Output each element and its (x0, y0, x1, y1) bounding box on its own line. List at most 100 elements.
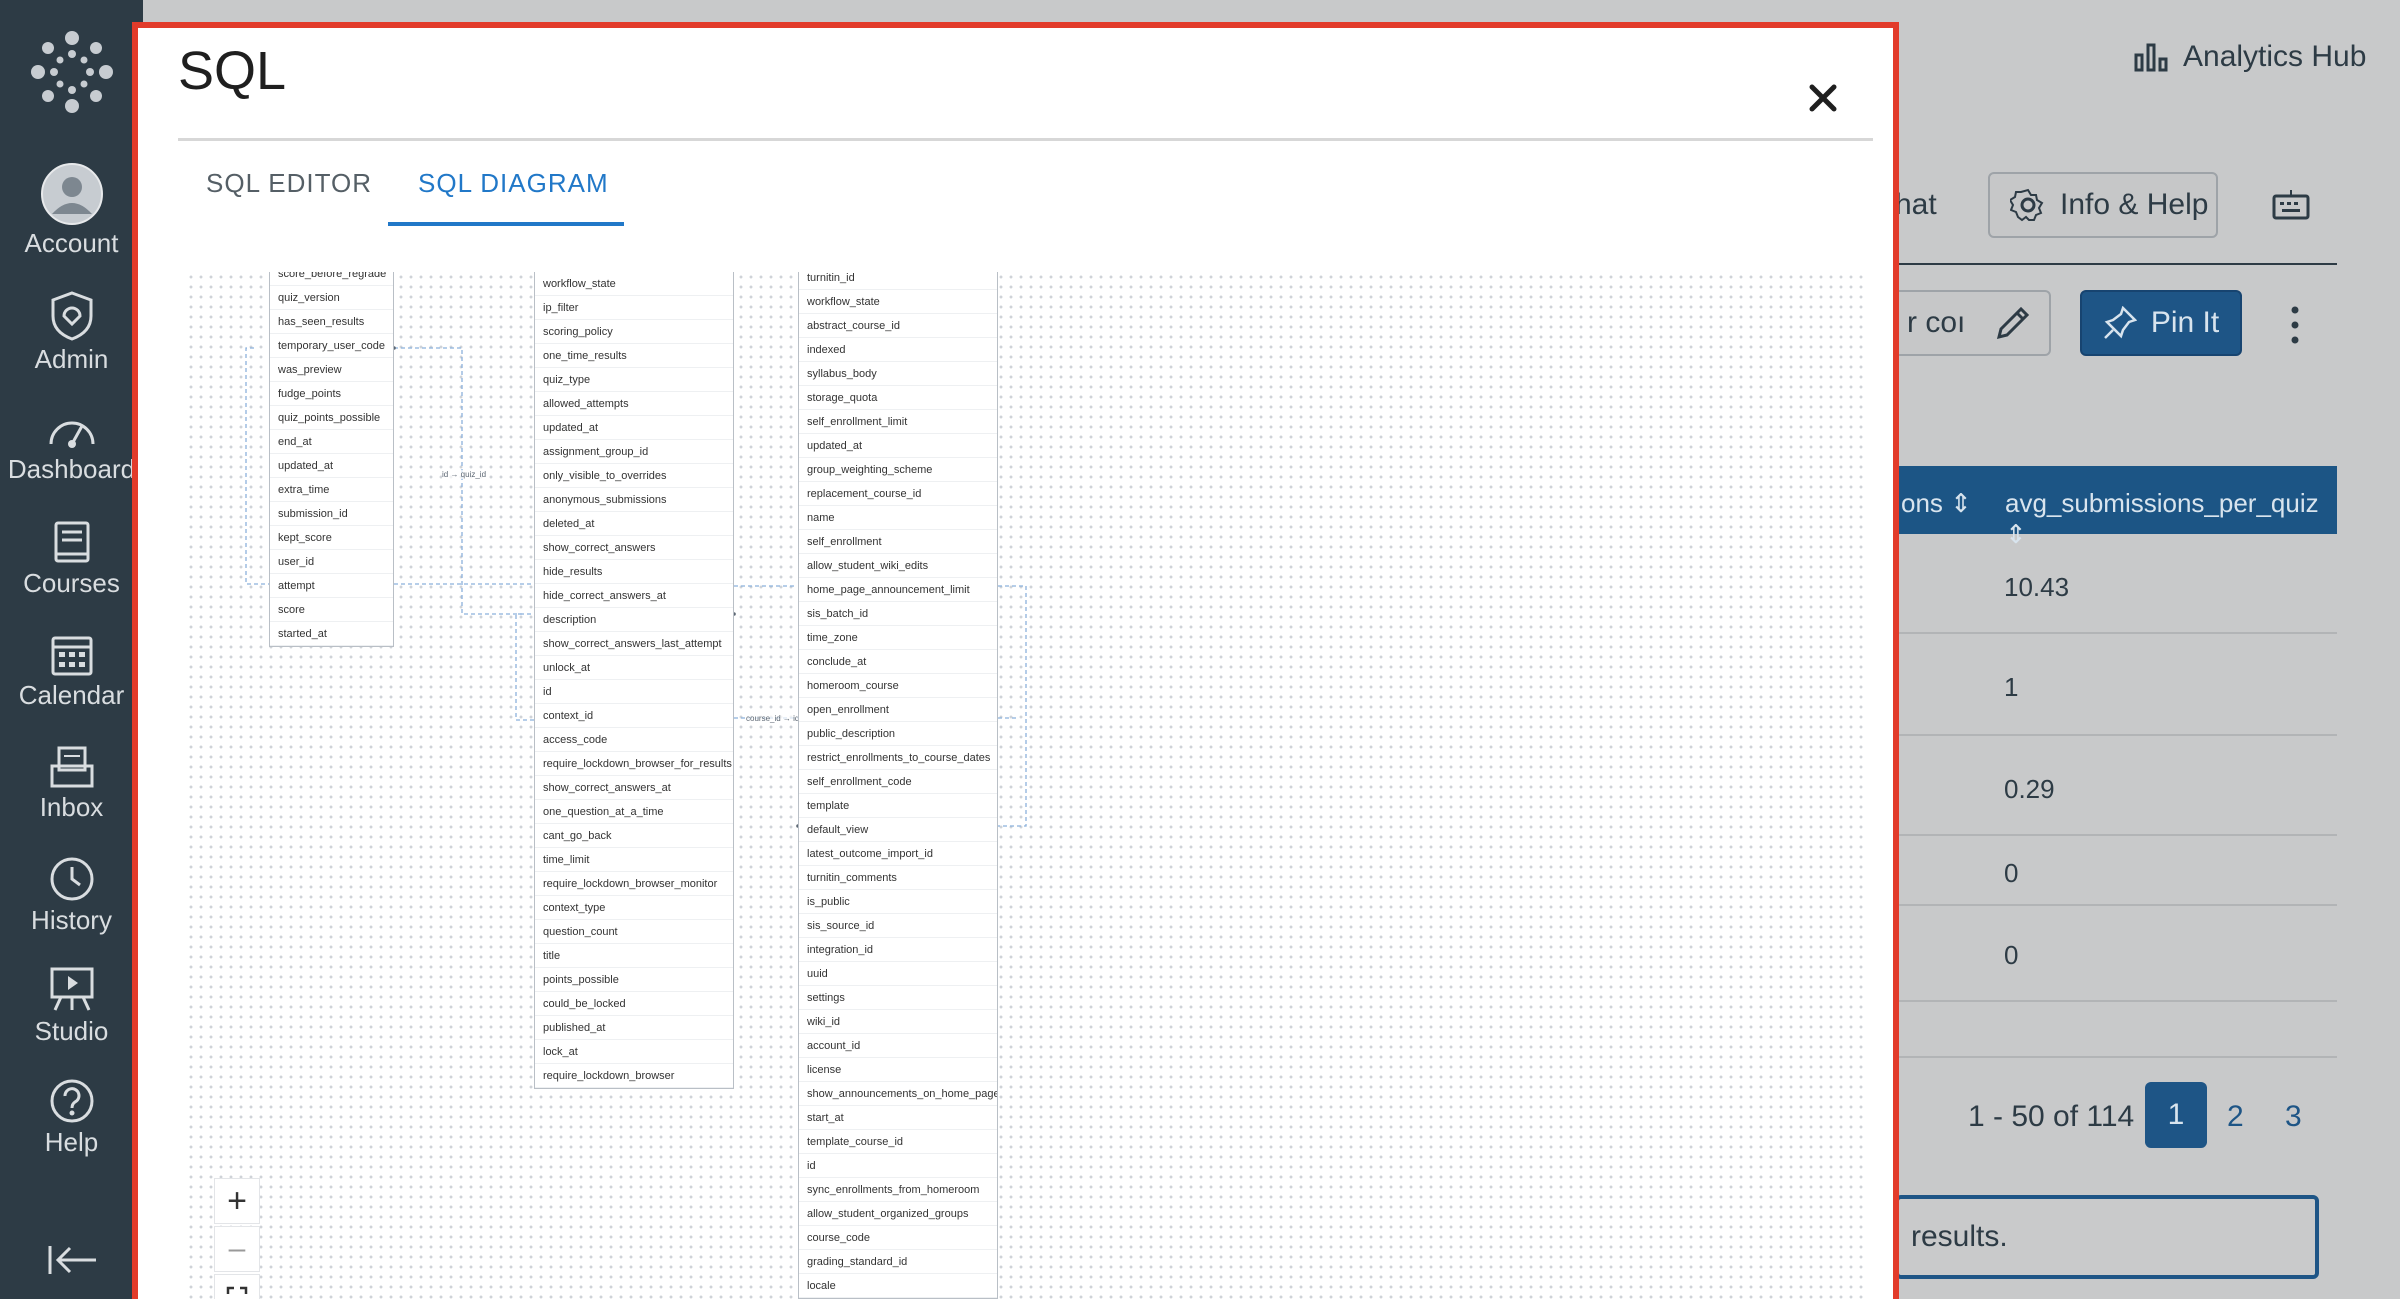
table-field-row: workflow_state (799, 290, 997, 314)
table-field-row: updated_at (535, 416, 733, 440)
global-nav: Account Admin Dashboard Courses Calendar… (0, 0, 143, 1299)
more-options-icon[interactable] (2280, 300, 2310, 350)
header-divider (178, 138, 1873, 141)
table-field-row: updated_at (799, 434, 997, 458)
row-divider (1895, 734, 2337, 736)
results-table-header: ons ⇕ avg_submissions_per_quiz ⇕ (1895, 466, 2337, 549)
table-field-row: integration_id (799, 938, 997, 962)
table-field-row: temporary_user_code (270, 334, 393, 358)
table-field-row: license (799, 1058, 997, 1082)
table-field-row: attempt (270, 574, 393, 598)
tab-sql-editor[interactable]: SQL EDITOR (206, 168, 372, 199)
table-field-row: indexed (799, 338, 997, 362)
table-field-row: grading_standard_id (799, 1250, 997, 1274)
pin-icon (2103, 306, 2137, 339)
table-cell: 1 (2004, 672, 2019, 702)
table-field-row: conclude_at (799, 650, 997, 674)
column-header-avg-submissions[interactable]: avg_submissions_per_quiz ⇕ (2005, 488, 2337, 550)
table-field-row: locale (799, 1274, 997, 1298)
table-field-row: require_lockdown_browser (535, 1064, 733, 1088)
sql-diagram-canvas[interactable]: id → quiz_id course_id → id score_before… (186, 272, 1866, 1299)
account-icon (40, 163, 103, 225)
table-node-quiz-submissions[interactable]: score_before_regrade quiz_version has_seen… (269, 272, 394, 647)
column-header-label: ons (1901, 488, 1943, 518)
keyboard-icon[interactable] (2272, 190, 2310, 220)
table-field-row: user_id (270, 550, 393, 574)
table-field-row: open_enrollment (799, 698, 997, 722)
table-field-row: submission_id (270, 502, 393, 526)
table-field-row: self_enrollment (799, 530, 997, 554)
nav-item-dashboard[interactable]: Dashboard (0, 408, 143, 485)
admin-icon (51, 291, 92, 341)
chat-button-fragment[interactable]: hat (1895, 188, 1937, 222)
page-2-button[interactable]: 2 (2227, 1100, 2244, 1134)
table-field-row: question_count (535, 920, 733, 944)
nav-label: Account (24, 228, 119, 258)
inbox-icon (50, 746, 93, 788)
row-divider (1895, 1056, 2337, 1058)
query-input-fragment[interactable]: r coı (1895, 290, 2051, 356)
table-field-row: points_possible (535, 968, 733, 992)
tab-sql-diagram[interactable]: SQL DIAGRAM (418, 168, 609, 199)
column-header-fragment[interactable]: ons ⇕ (1901, 488, 1972, 519)
bar-chart-icon (2134, 43, 2168, 72)
pin-it-button[interactable]: Pin It (2080, 290, 2242, 356)
table-field-row: assignment_group_id (535, 440, 733, 464)
nav-item-admin[interactable]: Admin (0, 290, 143, 375)
nav-label: Studio (34, 1016, 109, 1046)
table-field-row: turnitin_comments (799, 866, 997, 890)
calendar-icon (51, 636, 92, 676)
table-cell: 0.29 (2004, 774, 2055, 804)
zoom-out-button[interactable]: – (214, 1226, 260, 1272)
table-field-row: home_page_announcement_limit (799, 578, 997, 602)
nav-item-history[interactable]: History (0, 855, 143, 936)
table-field-row: end_at (270, 430, 393, 454)
table-field-row: scoring_policy (535, 320, 733, 344)
table-field-row: homeroom_course (799, 674, 997, 698)
pencil-icon (1997, 306, 2030, 340)
edge-label-quiz: id → quiz_id (442, 470, 487, 479)
nav-item-account[interactable]: Account (0, 162, 143, 259)
nav-label: History (31, 905, 112, 935)
table-field-row: anonymous_submissions (535, 488, 733, 512)
table-field-row: ip_filter (535, 296, 733, 320)
nav-item-help[interactable]: Help (0, 1077, 143, 1158)
close-icon[interactable] (1798, 73, 1848, 123)
table-field-row: score_before_regrade (270, 272, 393, 286)
table-field-row: allow_student_wiki_edits (799, 554, 997, 578)
zoom-in-button[interactable]: + (214, 1178, 260, 1224)
table-field-row: template_course_id (799, 1130, 997, 1154)
row-divider (1895, 904, 2337, 906)
table-node-courses[interactable]: turnitin_id workflow_state abstract_course… (798, 272, 998, 1299)
table-field-row: kept_score (270, 526, 393, 550)
nav-item-calendar[interactable]: Calendar (0, 632, 143, 711)
table-field-row: sis_batch_id (799, 602, 997, 626)
dashboard-icon (49, 421, 94, 448)
collapse-nav-icon[interactable] (44, 1240, 100, 1280)
table-field-row: show_correct_answers_last_attempt (535, 632, 733, 656)
fit-view-button[interactable] (214, 1274, 260, 1299)
table-field-row: uuid (799, 962, 997, 986)
table-field-row: updated_at (270, 454, 393, 478)
table-field-row: show_correct_answers (535, 536, 733, 560)
canvas-logo-icon[interactable] (30, 30, 114, 114)
table-field-row: start_at (799, 1106, 997, 1130)
results-message: results. (1895, 1195, 2319, 1279)
nav-item-inbox[interactable]: Inbox (0, 744, 143, 823)
table-cell: 0 (2004, 940, 2019, 970)
nav-item-courses[interactable]: Courses (0, 520, 143, 599)
info-help-button[interactable]: Info & Help (1988, 172, 2218, 238)
page-1-button[interactable]: 1 (2145, 1082, 2207, 1148)
table-field-row: title (535, 944, 733, 968)
courses-icon (54, 521, 89, 563)
nav-label: Courses (23, 568, 120, 598)
table-field-row: replacement_course_id (799, 482, 997, 506)
table-node-quizzes[interactable]: workflow_state ip_filter scoring_policy one… (534, 272, 734, 1089)
page-3-button[interactable]: 3 (2285, 1100, 2302, 1134)
nav-label: Dashboard (7, 454, 136, 484)
table-field-row: unlock_at (535, 656, 733, 680)
analytics-hub-link[interactable]: Analytics Hub (2133, 40, 2366, 74)
table-field-row: only_visible_to_overrides (535, 464, 733, 488)
nav-item-studio[interactable]: Studio (0, 966, 143, 1047)
table-field-row: turnitin_id (799, 272, 997, 290)
